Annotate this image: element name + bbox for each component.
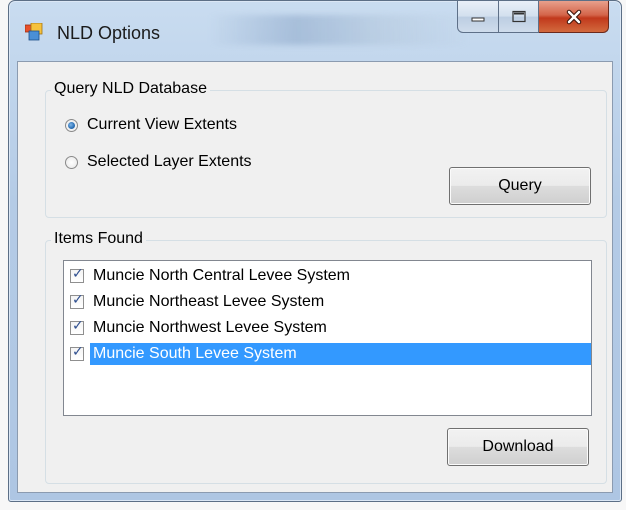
list-item-label: Muncie South Levee System [90,343,591,365]
maximize-icon [511,10,526,22]
maximize-button[interactable] [499,1,539,33]
query-button[interactable]: Query [449,167,591,205]
client-area: Query NLD Database Current View Extents … [17,61,613,493]
caption-buttons [457,1,609,35]
radio-label-selected-layer: Selected Layer Extents [87,153,252,170]
items-group-legend: Items Found [51,230,146,248]
checkbox-checked-icon[interactable] [70,344,84,361]
download-button[interactable]: Download [447,428,589,466]
radio-label-current-view: Current View Extents [87,116,237,133]
checkbox-checked-icon[interactable] [70,318,84,335]
checkbox-checked-icon[interactable] [70,292,84,309]
close-icon [566,9,581,24]
list-item[interactable]: Muncie Northeast Levee System [64,289,591,315]
list-item[interactable]: Muncie Northwest Levee System [64,315,591,341]
radio-unchecked-icon[interactable] [65,155,78,169]
list-item-selected[interactable]: Muncie South Levee System [64,341,591,367]
titlebar-background-blur [209,15,469,45]
radio-current-view-extents[interactable]: Current View Extents [65,116,237,134]
list-item-label: Muncie North Central Levee System [93,267,350,284]
checkbox-checked-icon[interactable] [70,266,84,283]
close-button[interactable] [539,1,609,33]
items-listbox[interactable]: Muncie North Central Levee System Muncie… [63,260,592,416]
minimize-icon [471,17,485,21]
list-item-label: Muncie Northeast Levee System [93,293,325,310]
title-bar[interactable]: NLD Options [9,1,621,61]
minimize-button[interactable] [457,1,499,33]
window-title: NLD Options [57,23,161,43]
list-item[interactable]: Muncie North Central Levee System [64,263,591,289]
radio-selected-layer-extents[interactable]: Selected Layer Extents [65,153,252,171]
radio-checked-icon[interactable] [65,118,78,132]
list-item-label: Muncie Northwest Levee System [93,319,327,336]
query-group-legend: Query NLD Database [51,80,210,98]
app-icon[interactable] [25,23,43,41]
nld-options-window: NLD Options Query NLD Database Current V… [8,0,622,502]
